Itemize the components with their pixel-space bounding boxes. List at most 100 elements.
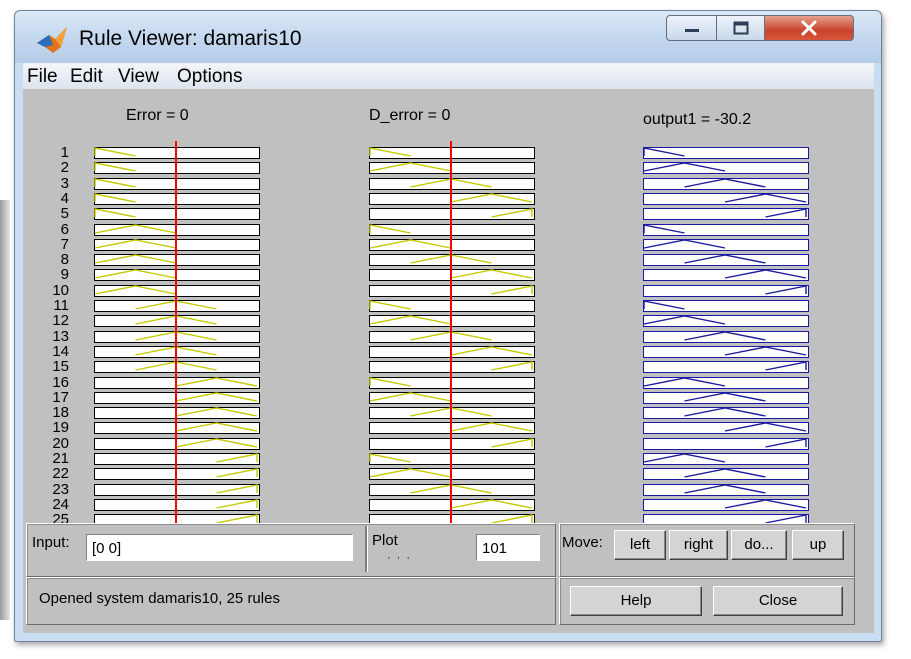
output-mf-box[interactable] [643,468,809,481]
derror-mf-box[interactable] [369,254,535,267]
membership-function-icon [450,269,533,280]
derror-mf-box[interactable] [369,361,535,374]
output-mf-box[interactable] [643,254,809,267]
derror-mf-box[interactable] [369,468,535,481]
error-mf-box[interactable] [94,284,260,297]
error-mf-box[interactable] [94,483,260,496]
output-mf-box[interactable] [643,192,809,205]
output-mf-box[interactable] [643,345,809,358]
move-right-button[interactable]: right [669,530,728,560]
error-marker-line[interactable] [175,141,177,525]
derror-mf-box[interactable] [369,269,535,282]
output-mf-box[interactable] [643,284,809,297]
menu-file[interactable]: File [27,66,58,88]
derror-mf-box[interactable] [369,208,535,221]
derror-mf-box[interactable] [369,223,535,236]
output-mf-box[interactable] [643,391,809,404]
error-mf-box[interactable] [94,376,260,389]
output-mf-box[interactable] [643,376,809,389]
output-mf-box[interactable] [643,453,809,465]
derror-mf-box[interactable] [369,498,535,511]
derror-marker-line[interactable] [450,141,452,525]
error-mf-box[interactable] [94,315,260,328]
error-mf-box[interactable] [94,361,260,374]
output-mf-box[interactable] [643,147,809,159]
output-mf-box[interactable] [643,269,809,282]
error-mf-box[interactable] [94,177,260,190]
derror-mf-box[interactable] [369,300,535,312]
derror-mf-box[interactable] [369,453,535,465]
derror-mf-box[interactable] [369,376,535,389]
membership-function-icon [684,407,766,417]
derror-mf-box[interactable] [369,483,535,496]
derror-mf-box[interactable] [369,422,535,435]
error-mf-box[interactable] [94,498,260,511]
output-mf-box[interactable] [643,437,809,450]
error-mf-box[interactable] [94,453,260,465]
output-mf-box[interactable] [643,162,809,175]
derror-mf-box[interactable] [369,391,535,404]
help-button[interactable]: Help [570,586,702,616]
close-window-button[interactable] [764,15,854,41]
plot-label: Plot [372,532,398,549]
minimize-button[interactable] [666,15,718,41]
error-mf-box[interactable] [94,208,260,221]
derror-mf-box[interactable] [369,330,535,343]
output-mf-box[interactable] [643,407,809,420]
error-mf-box[interactable] [94,192,260,205]
move-down-button[interactable]: do... [731,530,787,560]
output-mf-box[interactable] [643,177,809,190]
membership-function-icon [765,437,807,448]
derror-mf-box[interactable] [369,147,535,159]
output-mf-box[interactable] [643,498,809,511]
error-mf-box[interactable] [94,437,260,450]
error-mf-box[interactable] [94,345,260,358]
error-mf-box[interactable] [94,468,260,481]
error-mf-box[interactable] [94,391,260,404]
error-mf-box[interactable] [94,407,260,420]
error-mf-box[interactable] [94,223,260,236]
output-mf-box[interactable] [643,315,809,328]
derror-mf-box[interactable] [369,407,535,420]
output-mf-box[interactable] [643,361,809,374]
menu-edit[interactable]: Edit [70,66,103,88]
move-left-button[interactable]: left [614,530,666,560]
membership-function-icon [369,239,452,249]
output-mf-box[interactable] [643,223,809,236]
membership-function-icon [216,483,258,494]
derror-mf-box[interactable] [369,345,535,358]
error-mf-box[interactable] [94,238,260,251]
output-mf-box[interactable] [643,422,809,435]
derror-mf-box[interactable] [369,284,535,297]
output-mf-box[interactable] [643,208,809,221]
close-button[interactable]: Close [713,586,843,616]
membership-function-icon [94,147,136,157]
rule-number: 4 [60,189,69,207]
error-mf-box[interactable] [94,147,260,159]
membership-function-icon [216,468,258,478]
input-field[interactable]: [0 0] [86,534,353,561]
derror-mf-box[interactable] [369,192,535,205]
output-mf-box[interactable] [643,300,809,312]
output-mf-box[interactable] [643,483,809,496]
error-mf-box[interactable] [94,300,260,312]
derror-mf-box[interactable] [369,177,535,190]
error-mf-box[interactable] [94,422,260,435]
error-mf-box[interactable] [94,162,260,175]
derror-mf-box[interactable] [369,437,535,450]
error-mf-box[interactable] [94,269,260,282]
output-mf-box[interactable] [643,330,809,343]
error-mf-box[interactable] [94,254,260,267]
derror-mf-box[interactable] [369,238,535,251]
error-mf-box[interactable] [94,330,260,343]
derror-mf-box[interactable] [369,315,535,328]
output-mf-box[interactable] [643,238,809,251]
derror-mf-box[interactable] [369,162,535,175]
menu-options[interactable]: Options [177,66,242,88]
maximize-button[interactable] [716,15,766,41]
title-bar[interactable]: Rule Viewer: damaris10 [15,11,881,63]
move-up-button[interactable]: up [792,530,844,560]
menu-view[interactable]: View [118,66,159,88]
membership-function-icon [175,392,258,402]
plot-points-field[interactable]: 101 [476,534,540,561]
